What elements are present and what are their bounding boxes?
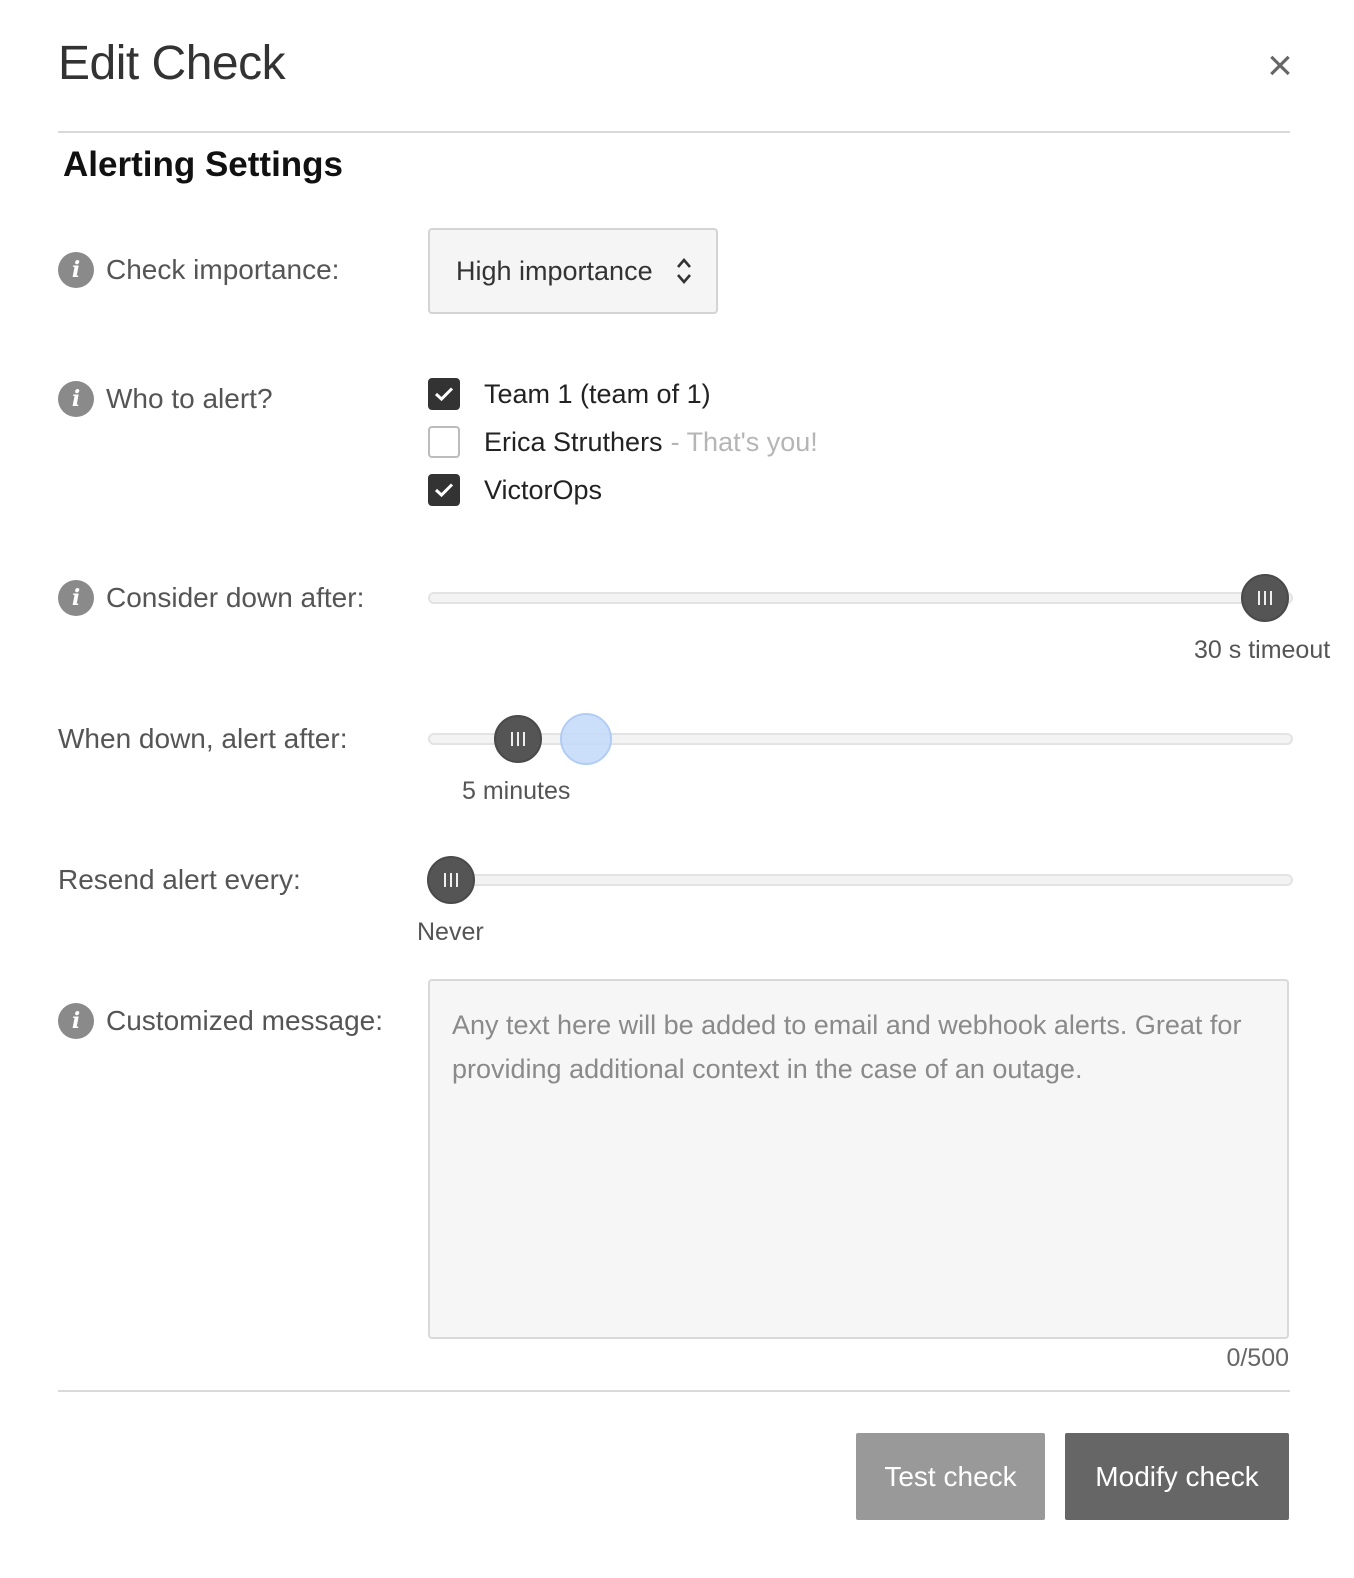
alert-option-label: Team 1 (team of 1): [484, 378, 711, 409]
grip-icon: [511, 732, 525, 746]
alert-option-erica[interactable]: Erica Struthers - That's you!: [428, 425, 818, 459]
checkbox-unchecked[interactable]: [428, 426, 460, 458]
header-divider: [58, 131, 1290, 133]
resend-slider-handle[interactable]: [427, 856, 475, 904]
consider-down-slider-handle[interactable]: [1241, 574, 1289, 622]
section-title: Alerting Settings: [63, 145, 344, 184]
character-counter: 0/500: [1226, 1344, 1289, 1372]
alert-after-slider-track[interactable]: [428, 733, 1293, 745]
modify-check-button[interactable]: Modify check: [1065, 1433, 1289, 1520]
importance-select[interactable]: High importance: [428, 228, 718, 314]
alert-after-value: 5 minutes: [462, 777, 571, 805]
alert-after-slider-handle[interactable]: [494, 715, 542, 763]
alert-after-hover-indicator: [560, 713, 612, 765]
alert-option-label: Erica Struthers: [484, 426, 663, 457]
consider-down-slider-track[interactable]: [428, 592, 1293, 604]
importance-selected-value: High importance: [456, 255, 653, 286]
resend-value: Never: [417, 918, 484, 946]
importance-label-row: i Check importance:: [58, 250, 339, 290]
message-label: Customized message:: [106, 1005, 384, 1036]
who-to-alert-label-row: i Who to alert?: [58, 379, 273, 419]
checkbox-checked[interactable]: [428, 474, 460, 506]
alert-after-label: When down, alert after:: [58, 723, 348, 754]
info-icon[interactable]: i: [58, 1003, 94, 1039]
consider-down-label: Consider down after:: [106, 582, 365, 613]
info-icon[interactable]: i: [58, 381, 94, 417]
resend-label: Resend alert every:: [58, 864, 301, 895]
footer-divider: [58, 1390, 1290, 1392]
custom-message-textarea[interactable]: Any text here will be added to email and…: [428, 979, 1289, 1339]
alert-option-label: VictorOps: [484, 474, 603, 505]
consider-down-value: 30 s timeout: [1194, 636, 1331, 664]
grip-icon: [1258, 591, 1272, 605]
who-to-alert-label: Who to alert?: [106, 383, 273, 414]
consider-down-label-row: i Consider down after:: [58, 578, 364, 618]
message-label-row: i Customized message:: [58, 1001, 383, 1041]
sort-arrows-icon: [677, 258, 691, 284]
alert-option-victorops[interactable]: VictorOps: [428, 473, 602, 507]
checkmark-icon: [434, 387, 454, 402]
info-icon[interactable]: i: [58, 252, 94, 288]
close-icon[interactable]: ×: [1262, 44, 1298, 88]
alert-option-team1[interactable]: Team 1 (team of 1): [428, 377, 711, 411]
grip-icon: [444, 873, 458, 887]
edit-check-modal: Edit Check × Alerting Settings i Check i…: [0, 0, 1354, 1578]
resend-slider-track[interactable]: [428, 874, 1293, 886]
checkbox-checked[interactable]: [428, 378, 460, 410]
modal-title: Edit Check: [58, 37, 286, 90]
importance-label: Check importance:: [106, 254, 340, 285]
alert-option-note: - That's you!: [670, 426, 818, 457]
checkmark-icon: [434, 483, 454, 498]
test-check-button[interactable]: Test check: [856, 1433, 1045, 1520]
info-icon[interactable]: i: [58, 580, 94, 616]
